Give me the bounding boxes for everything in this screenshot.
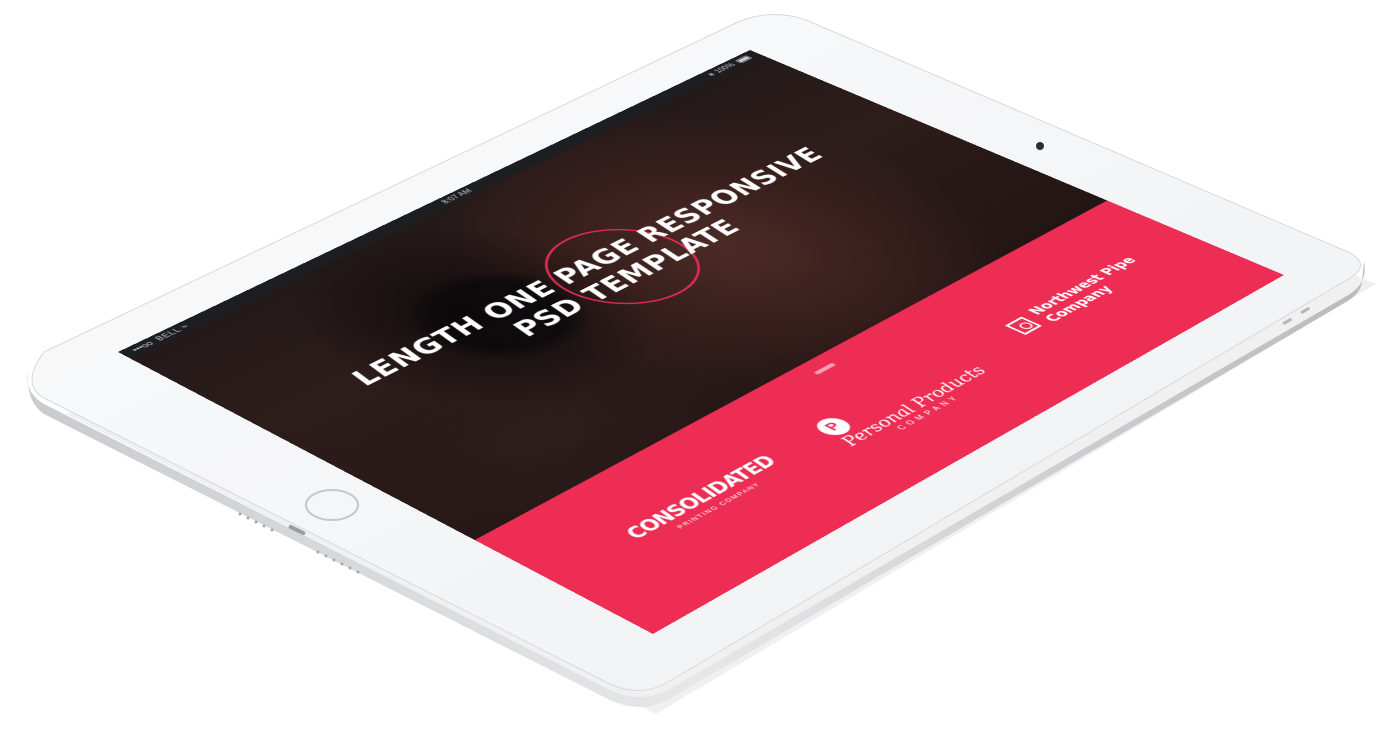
client-personal-text: Personal Products COMPANY — [835, 364, 1000, 453]
client-northwest-text: Northwest Pipe Company — [1023, 254, 1156, 324]
client-consolidated-sub: PRINTING COMPANY — [674, 481, 763, 530]
stage: •••oo BELL ≈ 8:07 AM ∗ 100% Length One P… — [0, 0, 1398, 750]
slider-pager-dot[interactable] — [813, 362, 837, 375]
client-consolidated-name: CONSOLIDATED — [620, 453, 784, 542]
camera-icon — [1036, 142, 1044, 150]
client-logo-consolidated[interactable]: CONSOLIDATED PRINTING COMPANY — [615, 451, 797, 550]
client-logo-personal-products[interactable]: P Personal Products COMPANY — [810, 346, 1012, 453]
client-logo-northwest-pipe[interactable]: Northwest Pipe Company — [999, 254, 1158, 338]
northwest-pipe-logo-icon — [1004, 316, 1042, 335]
client-personal-name: Personal Products — [835, 363, 992, 449]
client-personal-sub: COMPANY — [895, 393, 964, 432]
